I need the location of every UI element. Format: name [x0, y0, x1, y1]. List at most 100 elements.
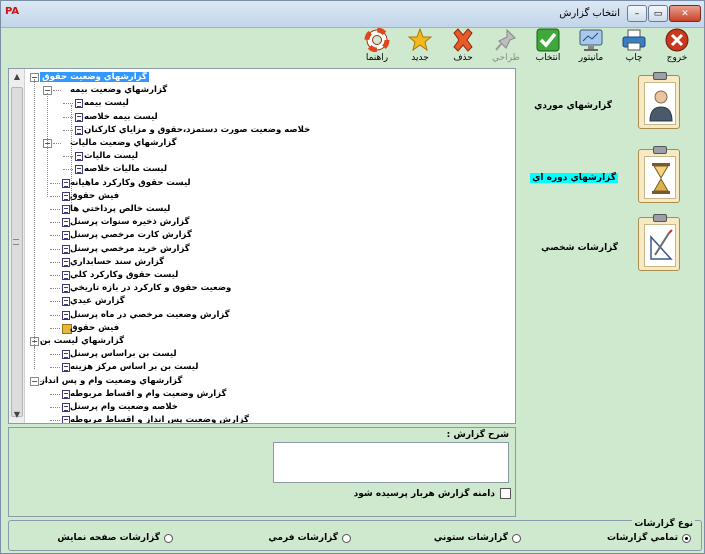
radio-screen-reports[interactable]: گزارشات صفحه نمايش	[57, 533, 173, 543]
ask-range-label: دامنه گزارش هربار پرسيده شود	[353, 488, 495, 499]
exit-button[interactable]: خروج	[657, 28, 697, 66]
document-icon	[62, 284, 70, 294]
tree-connector	[50, 195, 60, 197]
tree-report-item[interactable]: ليست بن بر اساس مرکز هزينه	[70, 361, 198, 374]
side-label-periodic: گزارشهاي دوره اي	[530, 173, 618, 183]
maximize-icon: ▭	[653, 8, 663, 19]
design-button[interactable]: طراحي	[486, 28, 526, 66]
tree-item-label: ليست بيمه	[84, 98, 129, 109]
tree-item-label: گزارش کارت مرخصي پرسنل	[70, 230, 192, 241]
tree-connector	[50, 393, 60, 395]
side-report-case[interactable]: گزارشهاي موردي	[516, 71, 702, 141]
tree-report-item[interactable]: خلاصه وضعيت وام پرسنل	[70, 401, 178, 414]
tree-report-item[interactable]: گزارش سند حسابداري	[70, 256, 164, 269]
tree-guide-line	[71, 157, 72, 203]
tree-report-item[interactable]: گزارش عيدي	[70, 295, 125, 308]
help-label: راهنما	[365, 53, 389, 63]
tree-group-item[interactable]: گزارشهاي وضعيت حقوق	[40, 71, 149, 84]
radio-icon[interactable]	[512, 533, 521, 543]
side-label-personal: گزارشات شخصي	[541, 243, 618, 253]
tree-item-label: ليست ماليات خلاصه	[84, 164, 168, 175]
tree-report-item[interactable]: گزارش کارت مرخصي پرسنل	[70, 229, 192, 242]
radio-icon[interactable]	[682, 533, 691, 543]
tree-group-item[interactable]: گزارشهاي وضعيت بيمه	[70, 84, 167, 97]
tree-report-item[interactable]: ليست حقوق وکارکرد ماهيانه	[70, 177, 191, 190]
delete-button[interactable]: حذف	[443, 28, 483, 66]
tree-item-label: خلاصه وضعيت وام پرسنل	[70, 402, 178, 412]
print-button[interactable]: چاپ	[614, 28, 654, 66]
tree-group-item[interactable]: گزارشهاي وضعيت وام و پس انداز	[40, 375, 182, 388]
monitor-button[interactable]: مانیتور	[571, 28, 611, 66]
document-icon	[62, 218, 70, 228]
maximize-button[interactable]: ▭	[648, 5, 668, 22]
tree-report-item[interactable]: وضعيت حقوق و کارکرد در بازه تاريخي	[70, 282, 231, 295]
document-icon	[62, 403, 70, 412]
tree-connector	[50, 275, 60, 276]
tree-report-item[interactable]: گزارش وضعيت وام و اقساط مربوطه	[70, 388, 226, 401]
tree-item-label: گزارشهاي وضعيت حقوق	[40, 72, 149, 82]
tree-item-label: فيش حقوق	[70, 322, 120, 333]
tree-scrollbar[interactable]: ▲ ▼	[9, 69, 25, 423]
checkmark-icon	[535, 28, 561, 52]
tree-report-item[interactable]: ليست بيمه	[84, 97, 129, 110]
tree-report-item[interactable]: فيش حقوق	[70, 322, 119, 335]
tree-report-item[interactable]: فيش حقوق	[70, 190, 119, 203]
tree-connector	[50, 261, 60, 263]
close-button[interactable]: ✕	[669, 5, 701, 22]
clip-icon	[653, 146, 667, 154]
radio-icon[interactable]	[342, 533, 351, 543]
scroll-up-icon[interactable]: ▲	[9, 69, 25, 85]
exit-label: خروج	[666, 53, 688, 63]
scroll-down-icon[interactable]: ▼	[9, 407, 25, 423]
document-icon	[62, 231, 70, 241]
tree-report-item[interactable]: گزارش وضعيت پس انداز و اقساط مربوطه	[70, 414, 249, 423]
radio-label: تمامي گزارشات	[607, 533, 678, 543]
new-button[interactable]: جديد	[400, 27, 440, 66]
tree-report-item[interactable]: گزارش وضعيت مرخصي در ماه پرسنل	[70, 309, 230, 322]
tree-connector	[50, 420, 60, 422]
tree-item-label: گزارشهاي وضعيت وام و پس انداز	[40, 375, 183, 386]
tree-group-item[interactable]: گزارشهاي ليست بن	[40, 335, 124, 348]
description-textbox[interactable]	[273, 442, 509, 483]
tree-expander-icon[interactable]: −	[30, 376, 39, 386]
help-button[interactable]: راهنما	[357, 27, 397, 66]
tree-report-item[interactable]: گزارش خريد مرخصي پرسنل	[70, 243, 190, 256]
tree-connector	[50, 301, 60, 303]
tree-connector	[50, 367, 60, 369]
pin-icon	[493, 28, 519, 52]
scroll-thumb[interactable]	[11, 87, 23, 417]
select-button[interactable]: انتخاب	[528, 28, 568, 66]
checkbox-box[interactable]	[500, 488, 511, 499]
delete-label: حذف	[453, 53, 473, 63]
tree-content: − گزارشهاي وضعيت حقوق − گزارشهاي وضعيت بيمه…	[26, 69, 515, 423]
radio-column-reports[interactable]: گزارشات ستوني	[434, 533, 521, 543]
tree-report-item[interactable]: گزارش ذخيره سنوات پرسنل	[70, 216, 189, 229]
tree-group-item[interactable]: گزارشهاي وضعيت ماليات	[70, 137, 177, 150]
side-report-personal[interactable]: گزارشات شخصي	[516, 211, 702, 281]
document-icon	[75, 125, 83, 135]
radio-form-reports[interactable]: گزارشات فرمي	[268, 533, 351, 543]
ask-range-checkbox[interactable]: دامنه گزارش هربار پرسيده شود	[354, 488, 511, 499]
radio-icon[interactable]	[164, 533, 173, 543]
tree-item-label: ليست بن بر اساس مرکز هزينه	[70, 362, 199, 373]
tree-report-item[interactable]: ليست خالص پرداختي ها	[70, 203, 170, 216]
tree-report-item[interactable]: ليست بن براساس پرسنل	[70, 348, 177, 361]
side-report-periodic[interactable]: گزارشهاي دوره اي	[516, 143, 702, 213]
hourglass-icon	[644, 156, 676, 199]
tree-report-item[interactable]: خلاصه وضعيت صورت دستمزد،حقوق و مزاياي کا…	[84, 124, 310, 137]
star-icon	[407, 27, 433, 52]
tree-item-label: ليست حقوق وکارکرد کلي	[70, 270, 179, 280]
radio-label: گزارشات ستوني	[433, 533, 508, 543]
tree-report-item[interactable]: ليست حقوق وکارکرد کلي	[70, 269, 178, 282]
radio-all-reports[interactable]: تمامي گزارشات	[607, 533, 691, 543]
tree-report-item[interactable]: ليست بيمه خلاصه	[84, 111, 158, 124]
tree-report-item[interactable]: ليست ماليات خلاصه	[84, 163, 167, 176]
tree-report-item[interactable]: ليست ماليات	[84, 150, 138, 163]
scroll-grip-icon	[13, 239, 19, 245]
minimize-button[interactable]: –	[627, 5, 647, 22]
tree-item-label: گزارش سند حسابداري	[70, 256, 165, 267]
tree-connector	[50, 235, 60, 237]
document-icon	[62, 178, 70, 188]
document-icon	[62, 257, 70, 267]
app-logo: PA	[5, 6, 20, 17]
